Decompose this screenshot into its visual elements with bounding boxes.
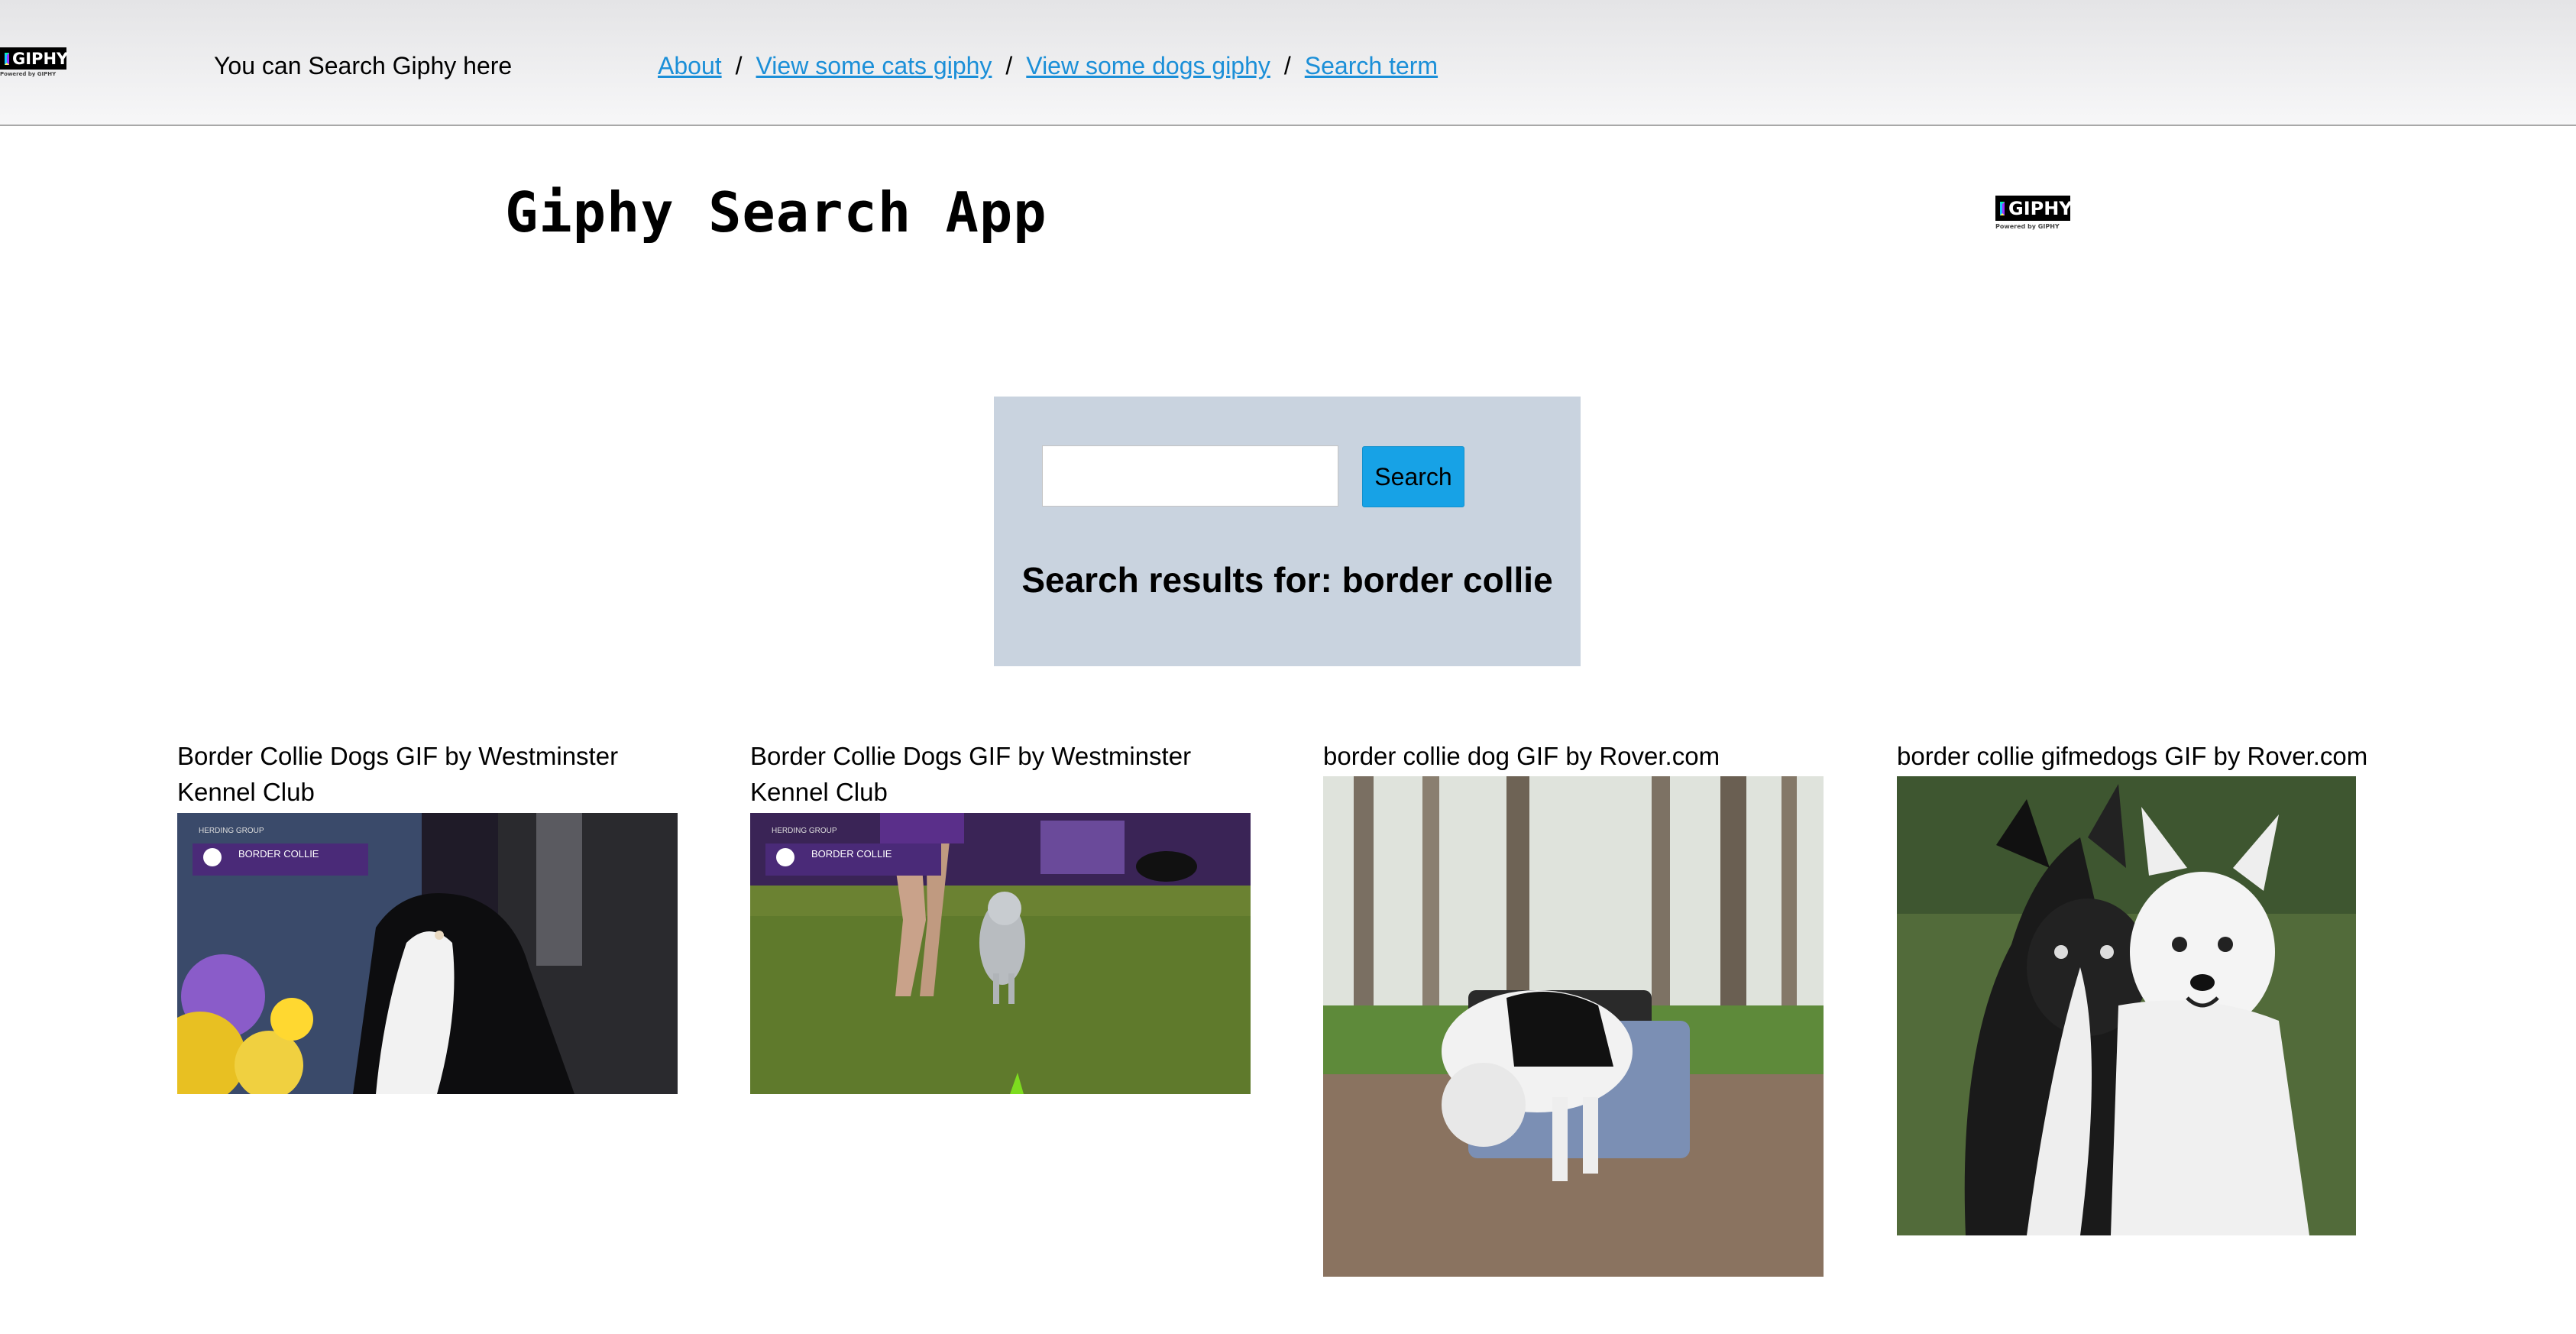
giphy-logo-mark-icon <box>2000 201 2005 215</box>
badge-breed-text: BORDER COLLIE <box>811 848 892 860</box>
page-title: Giphy Search App <box>505 180 1047 244</box>
nav-about-link[interactable]: About <box>658 52 722 80</box>
result-gif-image[interactable]: HERDING GROUP BORDER COLLIE <box>750 813 1251 1094</box>
results-heading: Search results for: border collie <box>1021 560 1553 600</box>
dog-badge-icon <box>203 848 222 866</box>
tagline: You can Search Giphy here <box>214 52 513 79</box>
giphy-logo-subtext: Powered by GIPHY <box>1995 223 2060 230</box>
giphy-logo-text: GIPHY <box>2008 197 2073 219</box>
search-panel: Search Search results for: border collie <box>994 397 1581 666</box>
result-title: border collie gifmedogs GIF by Rover.com <box>1897 742 2368 770</box>
giphy-logo-mark-icon <box>5 52 9 65</box>
nav-separator: / <box>1005 52 1013 79</box>
nav-cats-link[interactable]: View some cats giphy <box>756 52 992 80</box>
giphy-logo[interactable]: GIPHY Powered by GIPHY <box>0 47 69 77</box>
result-gif-image[interactable] <box>1897 776 2356 1235</box>
badge-breed-text: BORDER COLLIE <box>238 848 319 860</box>
giphy-logo-subtext: Powered by GIPHY <box>0 71 57 77</box>
result-card[interactable]: Border Collie Dogs GIF by Westminster Ke… <box>177 738 678 810</box>
border-collie-image <box>1897 776 2356 1235</box>
result-card[interactable]: border collie dog GIF by Rover.com <box>1323 738 1858 774</box>
result-card[interactable]: Border Collie Dogs GIF by Westminster Ke… <box>750 738 1251 810</box>
search-input[interactable] <box>1042 445 1338 507</box>
badge-group-text: HERDING GROUP <box>772 827 837 835</box>
nav-separator: / <box>735 52 743 79</box>
border-collie-image <box>1323 776 1824 1277</box>
result-card[interactable]: border collie gifmedogs GIF by Rover.com <box>1897 738 2432 774</box>
badge-group-text: HERDING GROUP <box>199 827 264 835</box>
nav-links: About / View some cats giphy / View some… <box>658 52 1438 80</box>
nav-separator: / <box>1283 52 1291 79</box>
dog-badge-icon <box>776 848 794 866</box>
result-title: Border Collie Dogs GIF by Westminster Ke… <box>750 742 1192 806</box>
giphy-logo-text: GIPHY <box>12 49 69 68</box>
search-button[interactable]: Search <box>1362 446 1464 507</box>
result-title: border collie dog GIF by Rover.com <box>1323 742 1720 770</box>
nav-dogs-link[interactable]: View some dogs giphy <box>1026 52 1270 80</box>
nav-search-term-link[interactable]: Search term <box>1305 52 1438 80</box>
result-gif-image[interactable]: HERDING GROUP BORDER COLLIE <box>177 813 678 1094</box>
result-gif-image[interactable] <box>1323 776 1824 1277</box>
result-title: Border Collie Dogs GIF by Westminster Ke… <box>177 742 619 806</box>
top-nav-bar: GIPHY Powered by GIPHY You can Search Gi… <box>0 0 2576 126</box>
giphy-logo-large: GIPHY Powered by GIPHY <box>1995 196 2073 230</box>
